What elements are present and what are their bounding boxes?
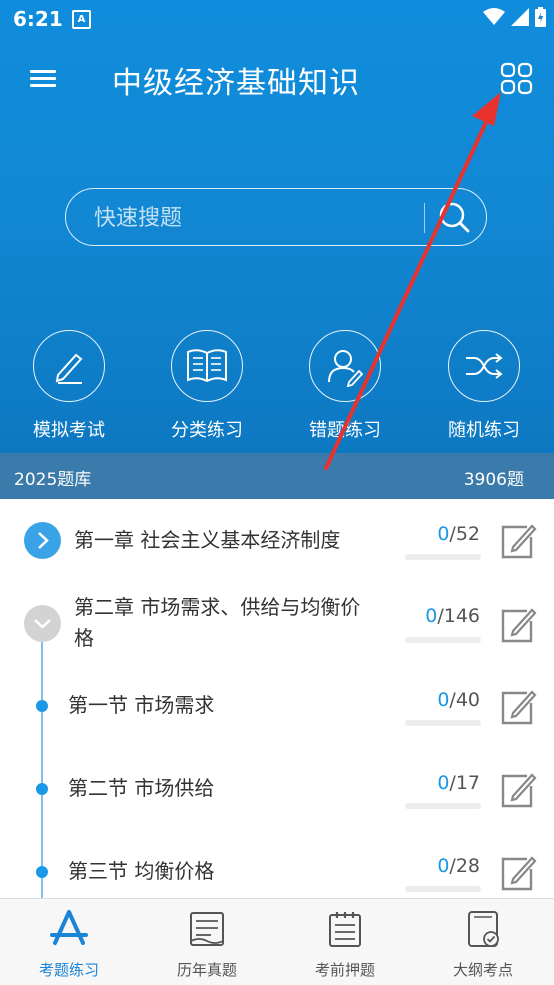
page-title: 中级经济基础知识 (112, 66, 360, 101)
edit-icon[interactable] (497, 770, 537, 810)
book-icon (187, 349, 227, 383)
tab-label: 历年真题 (176, 961, 237, 979)
section-dot (36, 866, 48, 878)
system-icons (483, 7, 546, 27)
battery-icon (535, 7, 546, 27)
edit-icon[interactable] (497, 605, 537, 645)
search-bar (65, 188, 487, 246)
chapter-title: 第一章 社会主义基本经济制度 (74, 528, 341, 552)
progress-bar (405, 886, 481, 892)
expand-icon[interactable] (24, 522, 61, 559)
section-dot (36, 700, 48, 712)
tab-outline[interactable]: 大纲考点 (414, 899, 552, 985)
chapter-row[interactable]: 第一章 社会主义基本经济制度 0/52 (0, 499, 554, 581)
chapter-list: 第一章 社会主义基本经济制度 0/52 第二章 市场需求、供给与均衡价 格 0/… (0, 499, 554, 898)
edit-icon[interactable] (497, 521, 537, 561)
progress-count: 0/28 (437, 855, 480, 877)
progress-bar (405, 803, 481, 809)
shuffle-icon (466, 353, 503, 379)
total-count: /52 (449, 523, 480, 545)
progress-count: 0/17 (437, 772, 480, 794)
tab-label: 考题练习 (38, 961, 99, 979)
user-edit-icon (328, 350, 364, 388)
header: 6:21 A 中级经济基础知识 快速搜题 模拟考试 分类练习 错题练习 随机练习 (0, 0, 554, 453)
wrong-question-button[interactable]: 错题练习 (285, 330, 405, 442)
done-count: 0 (437, 523, 450, 545)
progress-count: 0/52 (437, 523, 480, 545)
total-count: /17 (449, 772, 480, 794)
action-label: 随机练习 (448, 420, 520, 441)
circle (33, 330, 105, 402)
section-dot (36, 783, 48, 795)
circle (448, 330, 520, 402)
chapter-title-line1: 第二章 市场需求、供给与均衡价 (74, 595, 361, 619)
chapter-title-line2: 格 (74, 626, 94, 650)
wifi-icon (483, 8, 505, 25)
bottom-tab-bar: 考题练习 历年真题 考前押题 大纲考点 (0, 898, 554, 985)
circle (171, 330, 243, 402)
tab-predicted[interactable]: 考前押题 (276, 899, 414, 985)
tab-label: 大纲考点 (452, 961, 513, 979)
done-count: 0 (437, 855, 450, 877)
menu-button[interactable] (30, 66, 56, 92)
notification-icon: A (72, 10, 91, 29)
tab-label: 考前押题 (314, 961, 375, 979)
section-title: 第一节 市场需求 (68, 693, 215, 717)
section-title: 第三节 均衡价格 (68, 859, 215, 883)
status-time: 6:21 (13, 7, 63, 31)
progress-count: 0/40 (437, 689, 480, 711)
progress-bar (405, 554, 481, 560)
section-title: 第二节 市场供给 (68, 776, 215, 800)
book-check-icon (468, 911, 499, 947)
quick-actions: 模拟考试 分类练习 错题练习 随机练习 (0, 330, 554, 442)
action-label: 模拟考试 (33, 420, 105, 441)
progress-count: 0/146 (425, 605, 480, 627)
bank-count: 3906题 (463, 470, 524, 490)
circle (309, 330, 381, 402)
section-row[interactable]: 第一节 市场需求 0/40 (0, 667, 554, 750)
search-divider (424, 203, 425, 233)
tab-past-papers[interactable]: 历年真题 (138, 899, 276, 985)
collapse-icon[interactable] (24, 605, 61, 642)
search-icon[interactable] (436, 199, 472, 235)
total-count: /28 (449, 855, 480, 877)
chapter-row[interactable]: 第二章 市场需求、供给与均衡价 格 0/146 (0, 581, 554, 667)
tab-practice[interactable]: 考题练习 (0, 899, 138, 985)
status-bar: 6:21 A (0, 0, 554, 38)
signal-icon (511, 8, 529, 26)
action-label: 分类练习 (171, 420, 243, 441)
done-count: 0 (425, 605, 438, 627)
search-input[interactable] (92, 199, 416, 237)
category-practice-button[interactable]: 分类练习 (147, 330, 267, 442)
question-bank-bar: 2025题库 3906题 (0, 453, 554, 499)
done-count: 0 (437, 772, 450, 794)
random-practice-button[interactable]: 随机练习 (424, 330, 544, 442)
grid-menu-icon[interactable] (500, 62, 534, 96)
section-row[interactable]: 第三节 均衡价格 0/28 (0, 833, 554, 898)
notepad-icon (329, 912, 361, 947)
bank-name: 2025题库 (14, 470, 92, 490)
total-count: /146 (437, 605, 480, 627)
progress-bar (405, 720, 481, 726)
progress-bar (405, 637, 481, 643)
mock-exam-button[interactable]: 模拟考试 (9, 330, 129, 442)
app-store-icon (50, 910, 88, 945)
edit-icon[interactable] (497, 687, 537, 727)
section-row[interactable]: 第二节 市场供给 0/17 (0, 750, 554, 833)
edit-icon[interactable] (497, 853, 537, 893)
action-label: 错题练习 (309, 420, 381, 441)
pencil-icon (55, 353, 83, 384)
paper-icon (190, 912, 224, 946)
done-count: 0 (437, 689, 450, 711)
total-count: /40 (449, 689, 480, 711)
